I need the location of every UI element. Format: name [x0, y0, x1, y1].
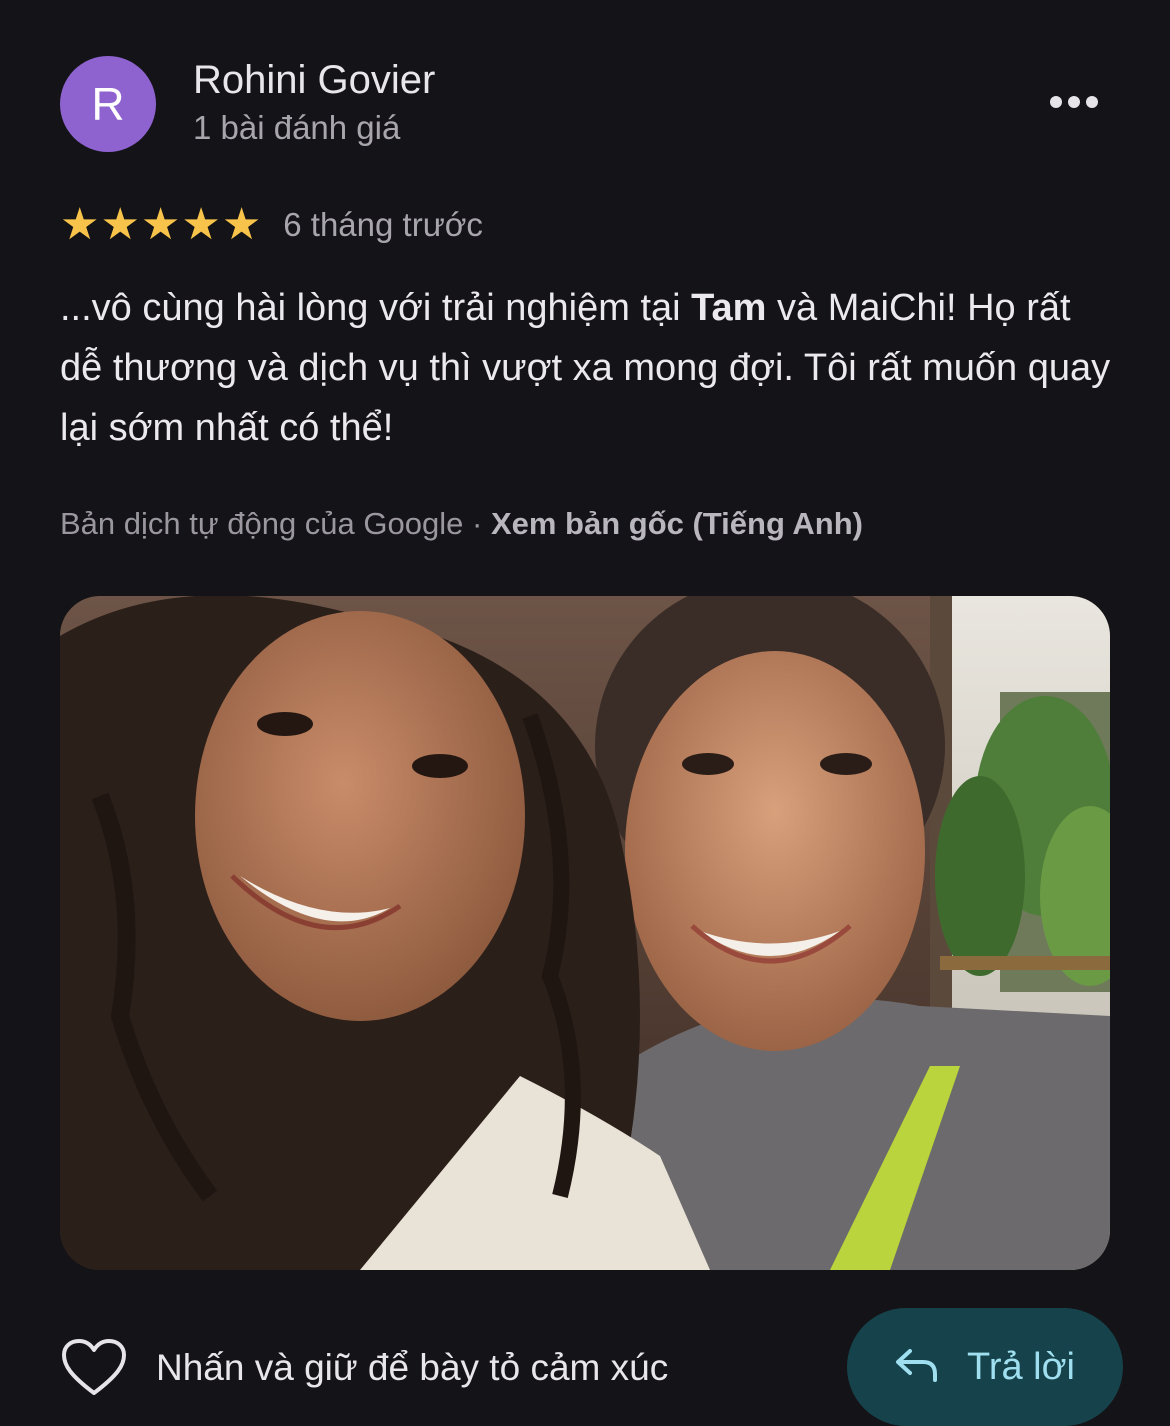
react-row[interactable]: Nhấn và giữ để bày tỏ cảm xúc	[62, 1336, 668, 1400]
review-time-ago: 6 tháng trước	[283, 206, 483, 243]
more-horizontal-icon-dot	[1068, 96, 1080, 108]
review-text: ...vô cùng hài lòng với trải nghiệm tại …	[60, 278, 1120, 458]
view-original-link[interactable]: Xem bản gốc (Tiếng Anh)	[491, 506, 863, 541]
more-horizontal-icon-dot	[1086, 96, 1098, 108]
review-text-part1: ...vô cùng hài lòng với trải nghiệm tại	[60, 287, 692, 329]
translation-row: Bản dịch tự động của Google · Xem bản gố…	[60, 502, 863, 546]
star-icon: ★	[140, 199, 181, 250]
review-photo[interactable]	[60, 596, 1110, 1270]
reply-button[interactable]: Trả lời	[847, 1308, 1123, 1426]
translation-note: Bản dịch tự động của Google	[60, 506, 464, 541]
review-text-bold: Tam	[691, 287, 767, 329]
rating-row: ★ ★ ★ ★ ★ 6 tháng trước	[60, 200, 483, 250]
star-rating: ★ ★ ★ ★ ★	[60, 200, 261, 250]
more-options-button[interactable]	[1040, 78, 1108, 126]
heart-outline-icon[interactable]	[62, 1339, 126, 1397]
reply-arrow-icon	[895, 1348, 939, 1387]
more-horizontal-icon	[1050, 96, 1062, 108]
star-icon: ★	[181, 199, 221, 250]
author-name[interactable]: Rohini Govier	[193, 56, 435, 104]
star-icon: ★	[100, 199, 140, 250]
star-icon: ★	[60, 199, 100, 250]
reply-label: Trả lời	[967, 1345, 1075, 1388]
author-review-count: 1 bài đánh giá	[193, 109, 401, 146]
star-icon: ★	[221, 199, 262, 250]
react-label: Nhấn và giữ để bày tỏ cảm xúc	[156, 1347, 669, 1388]
translation-separator: ·	[463, 506, 491, 541]
author-avatar[interactable]: R	[60, 56, 156, 152]
review-photo-image	[60, 596, 1110, 1270]
